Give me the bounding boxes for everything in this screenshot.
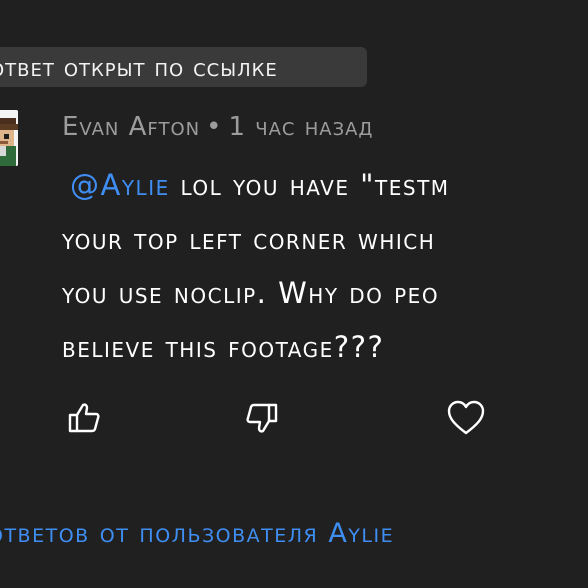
comment-text: lol you have "testm	[180, 168, 450, 202]
comment-body: @Aylie lol you have "testm your top left…	[62, 158, 588, 374]
thumbs-up-icon	[68, 403, 100, 433]
view-replies-link[interactable]: ответов от пользователя Aylie	[0, 518, 394, 549]
pixel-avatar-icon	[0, 110, 18, 166]
avatar[interactable]	[0, 110, 18, 166]
heart-button[interactable]	[444, 396, 488, 440]
linked-reply-label: ответ открыт по ссылке	[0, 52, 278, 82]
comment-meta: Evan Afton • 1 час назад	[62, 112, 374, 142]
linked-reply-chip[interactable]: ответ открыт по ссылке	[0, 47, 367, 87]
like-button[interactable]	[62, 396, 106, 440]
timestamp: 1 час назад	[228, 112, 374, 142]
author-name[interactable]: Evan Afton	[62, 112, 200, 142]
meta-separator: •	[206, 112, 223, 142]
thumbs-down-icon	[246, 403, 278, 433]
comment-line: @Aylie lol you have "testm	[62, 158, 588, 212]
comment-line: you use noclip. Why do peo	[62, 276, 440, 310]
dislike-button[interactable]	[240, 396, 284, 440]
comment-line: your top left corner which	[62, 222, 436, 256]
heart-icon	[447, 400, 485, 435]
comment-line: believe this footage???	[62, 330, 385, 364]
mention-link[interactable]: @Aylie	[70, 168, 170, 202]
